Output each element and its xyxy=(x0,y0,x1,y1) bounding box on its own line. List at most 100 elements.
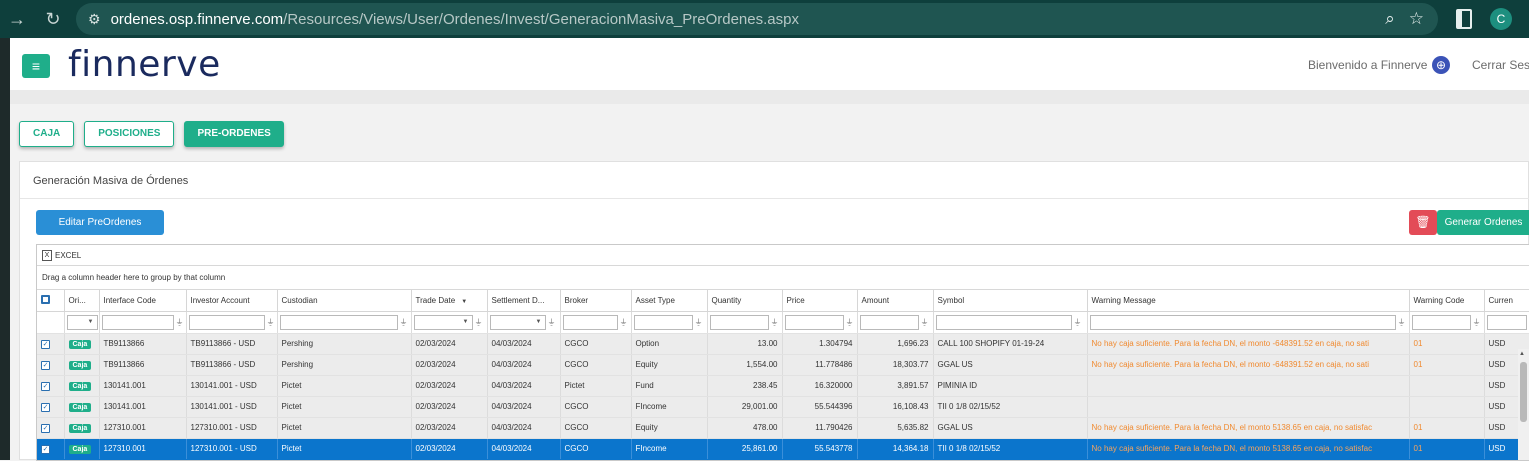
row-select-cell[interactable]: ✓ xyxy=(37,438,65,460)
filter-symbol-input[interactable] xyxy=(935,314,1072,330)
column-header-interface-code[interactable]: Interface Code xyxy=(99,290,187,312)
generate-orders-button[interactable]: Generar Ordenes xyxy=(1437,210,1529,235)
column-header-quantity[interactable]: Quantity xyxy=(707,290,783,312)
logout-link[interactable]: Cerrar Sesi xyxy=(1472,58,1529,72)
row-checkbox[interactable]: ✓ xyxy=(41,444,50,454)
row-checkbox[interactable]: ✓ xyxy=(41,402,50,412)
row-checkbox[interactable]: ✓ xyxy=(41,360,50,370)
filter-funnel-icon[interactable]: ⏚ xyxy=(475,317,483,328)
filter-currency-input[interactable] xyxy=(1486,314,1527,330)
settlement-date-cell: 04/03/2024 xyxy=(487,333,561,355)
column-header-price[interactable]: Price xyxy=(782,290,858,312)
filter-warning-message-input[interactable] xyxy=(1089,314,1396,330)
back-arrow-icon[interactable]: → xyxy=(6,8,28,30)
filter-funnel-icon[interactable]: ⏚ xyxy=(921,317,929,328)
filter-interface-code-input[interactable] xyxy=(101,314,174,330)
filter-price-input[interactable] xyxy=(784,314,844,330)
filter-funnel-icon[interactable]: ⏚ xyxy=(695,317,703,328)
column-header-warning-message[interactable]: Warning Message xyxy=(1087,290,1410,312)
site-settings-icon[interactable]: ⚙ xyxy=(88,11,101,28)
column-header-broker[interactable]: Broker xyxy=(560,290,632,312)
row-checkbox[interactable]: ✓ xyxy=(41,339,50,349)
filter-funnel-icon[interactable]: ⏚ xyxy=(1398,317,1406,328)
amount-cell: 3,891.57 xyxy=(857,375,934,397)
hamburger-menu-button[interactable]: ≡ xyxy=(22,54,50,78)
filter-funnel-icon[interactable]: ⏚ xyxy=(1074,317,1082,328)
filter-cell-interface-code: ⏚ xyxy=(99,311,187,334)
filter-origin-dropdown[interactable]: ▼ xyxy=(66,314,98,330)
table-row[interactable]: ✓ Caja TB9113866 TB9113866 - USD Pershin… xyxy=(37,354,1529,376)
filter-custodian-input[interactable] xyxy=(279,314,398,330)
column-header-currency[interactable]: Curren xyxy=(1484,290,1529,312)
section-tabs: CAJA POSICIONES PRE-ORDENES xyxy=(19,121,284,147)
origin-badge: Caja xyxy=(68,402,92,412)
tab-posiciones[interactable]: POSICIONES xyxy=(84,121,175,147)
globe-icon[interactable]: ⊕ xyxy=(1432,56,1450,74)
filter-cell-asset-type: ⏚ xyxy=(631,311,708,334)
tab-pre-ordenes[interactable]: PRE-ORDENES xyxy=(184,121,284,147)
tab-caja[interactable]: CAJA xyxy=(19,121,75,147)
trash-icon: 🗑 xyxy=(1415,215,1431,229)
menu-icon: ≡ xyxy=(31,58,41,74)
row-checkbox[interactable]: ✓ xyxy=(41,423,50,433)
reload-icon[interactable]: ↻ xyxy=(42,8,64,30)
column-header-symbol[interactable]: Symbol xyxy=(933,290,1088,312)
custodian-cell: Pictet xyxy=(277,417,412,439)
filter-funnel-icon[interactable]: ⏚ xyxy=(620,317,628,328)
filter-trade-date-dropdown[interactable]: ▼ xyxy=(413,314,473,330)
row-select-cell[interactable]: ✓ xyxy=(37,417,65,439)
column-header-trade-date[interactable]: Trade Date ▼ xyxy=(411,290,488,312)
filter-broker-input[interactable] xyxy=(562,314,618,330)
scroll-up-arrow-icon[interactable]: ▲ xyxy=(1519,351,1525,357)
profile-avatar[interactable]: C xyxy=(1490,8,1512,30)
bookmark-star-icon[interactable]: ☆ xyxy=(1409,9,1424,29)
address-bar[interactable]: ⚙ ordenes.osp.finnerve.com/Resources/Vie… xyxy=(76,3,1438,35)
filter-funnel-icon[interactable]: ⏚ xyxy=(846,317,854,328)
filter-funnel-icon[interactable]: ⏚ xyxy=(267,317,275,328)
column-header-investor-account[interactable]: Investor Account xyxy=(186,290,278,312)
investor-account-cell: 127310.001 - USD xyxy=(186,438,278,460)
edit-preordenes-button[interactable]: Editar PreOrdenes xyxy=(36,210,164,235)
filter-funnel-icon[interactable]: ⏚ xyxy=(1473,317,1481,328)
column-header-origin[interactable]: Ori... xyxy=(64,290,100,312)
filter-funnel-icon[interactable]: ⏚ xyxy=(400,317,408,328)
table-row[interactable]: ✓ Caja 130141.001 130141.001 - USD Picte… xyxy=(37,375,1529,397)
column-header-amount[interactable]: Amount xyxy=(857,290,934,312)
column-header-asset-type[interactable]: Asset Type xyxy=(631,290,708,312)
zoom-icon[interactable]: ⌕ xyxy=(1385,9,1395,29)
excel-export-button[interactable]: X EXCEL xyxy=(42,250,81,262)
row-select-cell[interactable]: ✓ xyxy=(37,354,65,376)
row-select-cell[interactable]: ✓ xyxy=(37,375,65,397)
table-row[interactable]: ✓ Caja 127310.001 127310.001 - USD Picte… xyxy=(37,417,1529,439)
row-checkbox[interactable]: ✓ xyxy=(41,381,50,391)
welcome-text: Bienvenido a Finnerve xyxy=(1308,58,1428,72)
row-select-cell[interactable]: ✓ xyxy=(37,333,65,355)
filter-warning-code-input[interactable] xyxy=(1411,314,1471,330)
column-header-warning-code[interactable]: Warning Code xyxy=(1409,290,1485,312)
column-header-settlement-date[interactable]: Settlement D... xyxy=(487,290,561,312)
filter-amount-input[interactable] xyxy=(859,314,919,330)
filter-quantity-input[interactable] xyxy=(709,314,769,330)
filter-funnel-icon[interactable]: ⏚ xyxy=(548,317,556,328)
interface-code-cell: 127310.001 xyxy=(99,438,187,460)
row-select-cell[interactable]: ✓ xyxy=(37,396,65,418)
custodian-cell: Pictet xyxy=(277,396,412,418)
group-by-bar[interactable]: Drag a column header here to group by th… xyxy=(37,266,1529,290)
scrollbar-thumb[interactable] xyxy=(1520,362,1527,422)
quantity-cell: 238.45 xyxy=(707,375,783,397)
filter-asset-type-input[interactable] xyxy=(633,314,693,330)
table-row[interactable]: ✓ Caja TB9113866 TB9113866 - USD Pershin… xyxy=(37,333,1529,355)
select-all-checkbox[interactable] xyxy=(41,294,50,304)
table-row-selected[interactable]: ✓ Caja 127310.001 127310.001 - USD Picte… xyxy=(37,438,1529,460)
filter-funnel-icon[interactable]: ⏚ xyxy=(176,317,184,328)
delete-button[interactable]: 🗑 xyxy=(1409,210,1437,235)
select-all-cell[interactable] xyxy=(37,290,65,312)
column-header-custodian[interactable]: Custodian xyxy=(277,290,412,312)
side-panel-icon[interactable] xyxy=(1456,9,1472,29)
table-row[interactable]: ✓ Caja 130141.001 130141.001 - USD Picte… xyxy=(37,396,1529,418)
filter-funnel-icon[interactable]: ⏚ xyxy=(771,317,779,328)
filter-settlement-date-dropdown[interactable]: ▼ xyxy=(489,314,546,330)
filter-investor-account-input[interactable] xyxy=(188,314,265,330)
trade-date-cell: 02/03/2024 xyxy=(411,417,488,439)
warning-code-cell xyxy=(1409,375,1485,397)
